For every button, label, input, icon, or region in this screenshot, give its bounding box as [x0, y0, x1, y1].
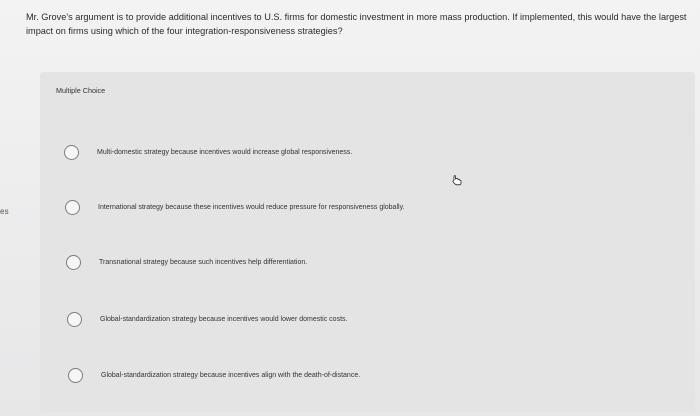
radio-button-icon[interactable]	[64, 144, 79, 160]
multiple-choice-label: Multiple Choice	[56, 86, 106, 95]
answer-option-3[interactable]: Transnational strategy because such ince…	[66, 251, 307, 273]
answer-option-label: Global-standardization strategy because …	[101, 371, 361, 379]
question-text: Mr. Grove's argument is to provide addit…	[26, 12, 687, 36]
answer-option-4[interactable]: Global-standardization strategy because …	[67, 308, 347, 330]
radio-button-icon[interactable]	[68, 367, 83, 383]
radio-button-icon[interactable]	[67, 311, 82, 327]
answer-option-2[interactable]: International strategy because these inc…	[65, 196, 405, 218]
multiple-choice-panel: Multiple Choice Multi-domestic strategy …	[40, 72, 695, 412]
question-page: es Mr. Grove's argument is to provide ad…	[0, 0, 700, 416]
answer-option-label: Transnational strategy because such ince…	[99, 258, 308, 266]
cropped-side-text: es	[0, 207, 9, 216]
radio-button-icon[interactable]	[65, 199, 80, 215]
radio-button-icon[interactable]	[66, 254, 81, 270]
answer-option-label: International strategy because these inc…	[98, 203, 405, 211]
answer-option-5[interactable]: Global-standardization strategy because …	[68, 364, 360, 386]
pointer-hand-icon	[452, 175, 462, 186]
answer-option-label: Multi-domestic strategy because incentiv…	[97, 148, 353, 156]
answer-option-1[interactable]: Multi-domestic strategy because incentiv…	[64, 141, 352, 163]
answer-option-label: Global-standardization strategy because …	[100, 315, 348, 323]
